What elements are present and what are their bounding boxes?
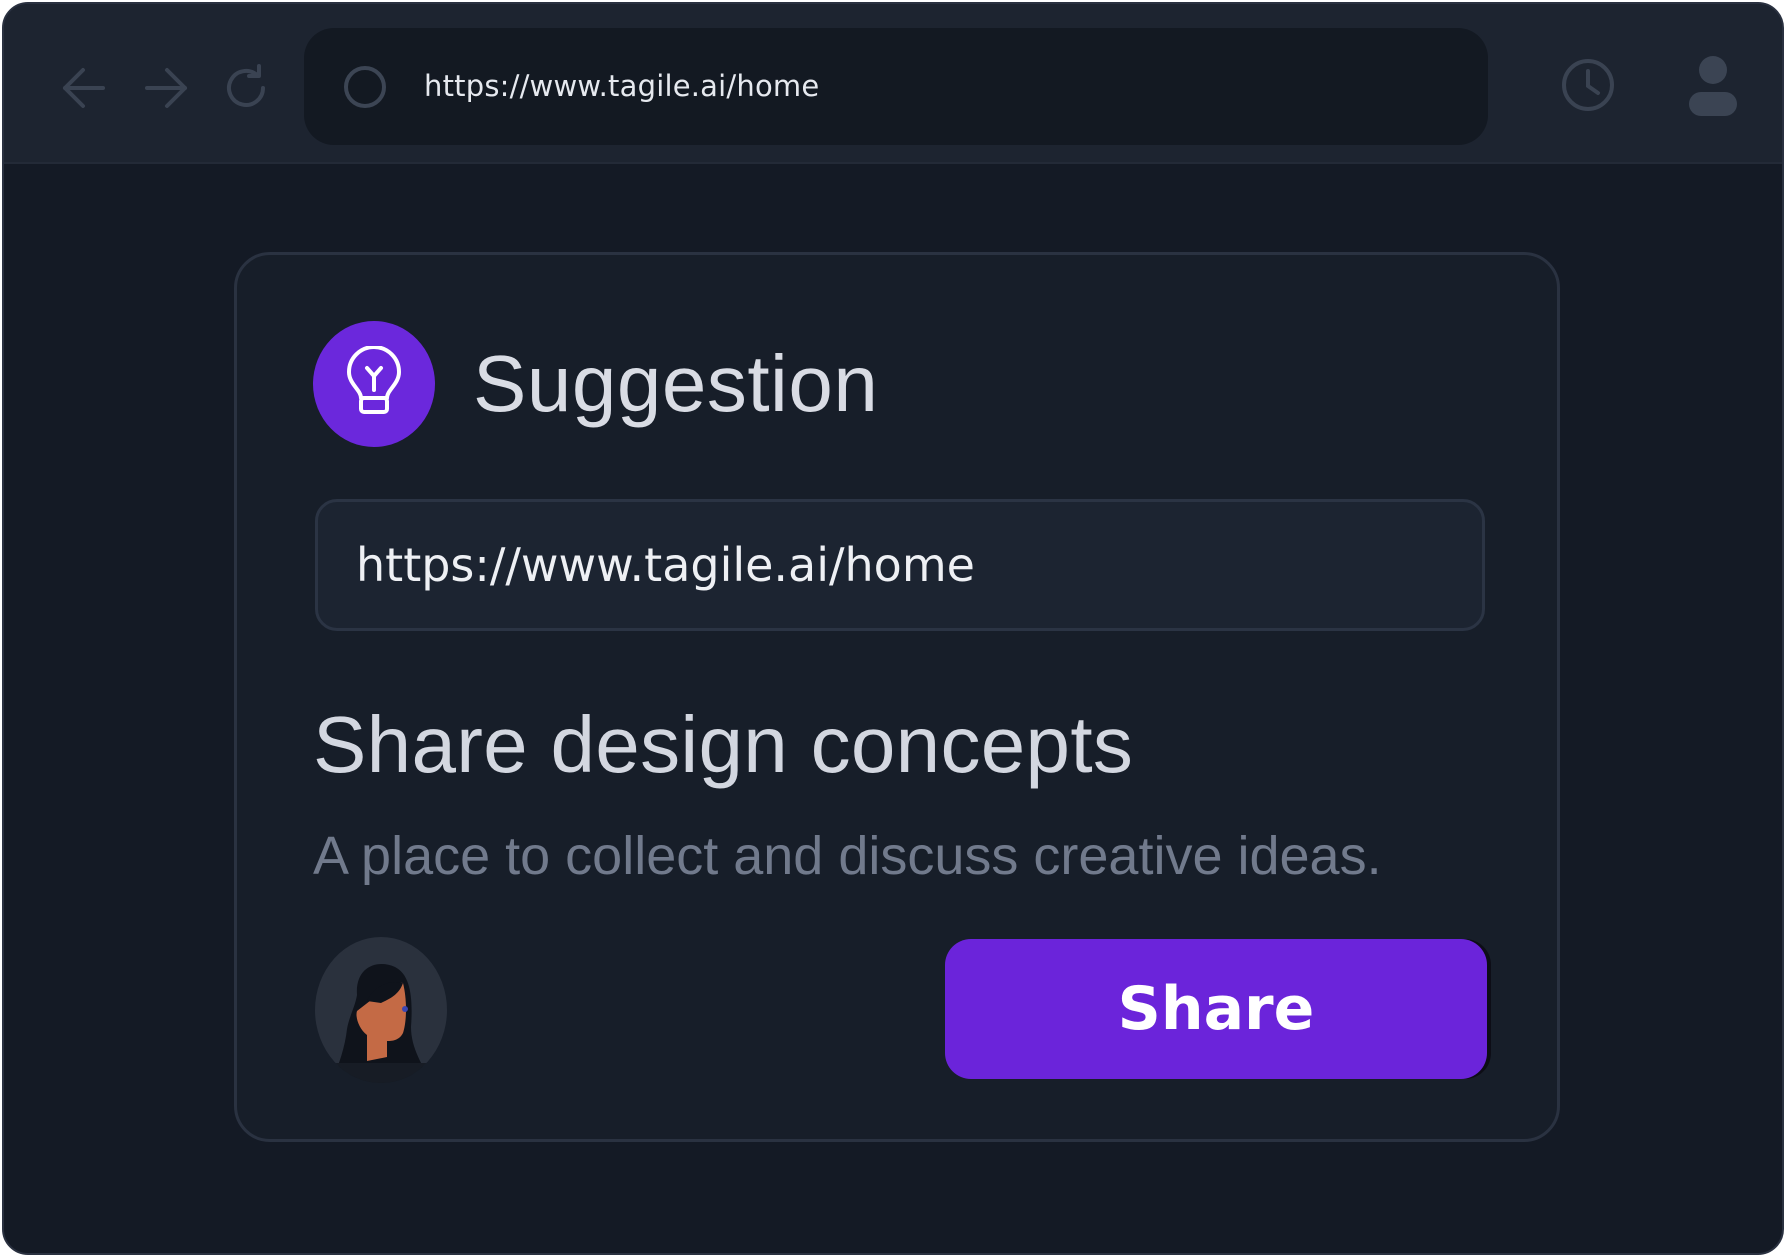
browser-toolbar: https://www.tagile.ai/home bbox=[4, 4, 1782, 164]
arrow-right-icon bbox=[145, 68, 187, 108]
suggestion-card: Suggestion https://www.tagile.ai/home Sh… bbox=[234, 252, 1560, 1142]
url-input[interactable]: https://www.tagile.ai/home bbox=[315, 499, 1485, 631]
lightbulb-icon bbox=[347, 346, 401, 414]
card-title: Suggestion bbox=[473, 339, 879, 428]
suggestion-icon-badge bbox=[313, 321, 435, 447]
reload-button[interactable] bbox=[218, 60, 274, 116]
back-button[interactable] bbox=[56, 60, 112, 116]
circle-icon bbox=[344, 66, 386, 108]
avatar[interactable] bbox=[315, 937, 447, 1083]
browser-window: https://www.tagile.ai/home Suggestion ht… bbox=[2, 2, 1784, 1255]
clock-icon[interactable] bbox=[1559, 56, 1617, 114]
user-icon[interactable] bbox=[1684, 54, 1742, 124]
card-heading: Share design concepts bbox=[313, 700, 1134, 789]
card-description: A place to collect and discuss creative … bbox=[313, 826, 1382, 886]
arrow-left-icon bbox=[63, 68, 105, 108]
share-button[interactable]: Share bbox=[945, 939, 1487, 1079]
address-bar[interactable]: https://www.tagile.ai/home bbox=[304, 28, 1488, 145]
url-input-value: https://www.tagile.ai/home bbox=[356, 538, 975, 592]
forward-button[interactable] bbox=[138, 60, 194, 116]
address-text: https://www.tagile.ai/home bbox=[424, 69, 820, 103]
reload-icon bbox=[227, 64, 265, 107]
